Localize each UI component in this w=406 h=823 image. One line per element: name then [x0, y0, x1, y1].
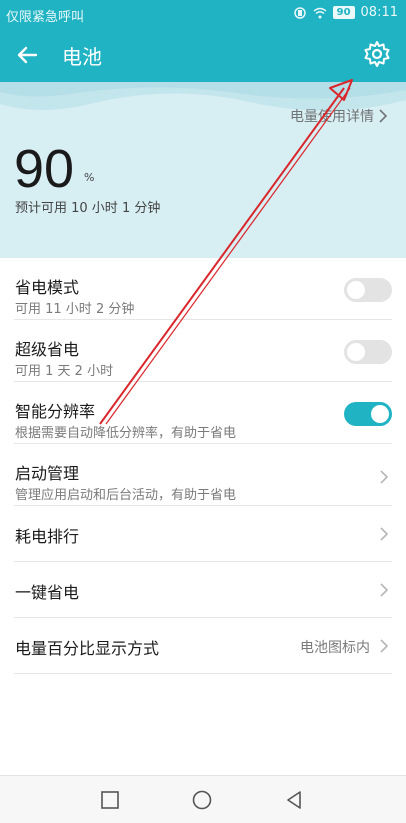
row-subtitle: 可用 1 天 2 小时: [15, 364, 114, 379]
remaining-time-estimate: 预计可用 10 小时 1 分钟: [15, 201, 161, 216]
toggle-knob: [371, 405, 389, 423]
row-title: 省电模式: [15, 278, 80, 297]
chevron-right-icon: [380, 527, 389, 541]
percent-sign: %: [84, 171, 95, 184]
battery-hero: 电量使用详情 90 % 预计可用 10 小时 1 分钟: [0, 82, 406, 258]
page-title: 电池: [62, 45, 102, 69]
row-percent-display[interactable]: 电量百分比显示方式 电池图标内: [14, 618, 392, 674]
row-value: 电池图标内: [300, 640, 370, 656]
clock: 08:11: [360, 5, 398, 20]
toggle-knob: [347, 343, 365, 361]
smart-resolution-toggle[interactable]: [344, 402, 392, 426]
chevron-right-icon: [379, 109, 388, 123]
battery-indicator: 90: [332, 6, 355, 19]
vibrate-icon: [293, 6, 306, 19]
row-power-saving[interactable]: 省电模式 可用 11 小时 2 分钟: [14, 258, 392, 320]
row-one-key-saving[interactable]: 一键省电: [14, 562, 392, 618]
status-bar: 仅限紧急呼叫 90 08:11: [0, 0, 406, 28]
status-icons: 90 08:11: [293, 5, 398, 20]
carrier-text: 仅限紧急呼叫: [6, 10, 85, 25]
row-subtitle: 根据需要自动降低分辨率，有助于省电: [15, 426, 237, 441]
wifi-icon: [313, 7, 327, 18]
usage-details-link[interactable]: 电量使用详情: [290, 106, 388, 126]
row-title: 耗电排行: [15, 527, 80, 546]
row-startup-management[interactable]: 启动管理 管理应用启动和后台活动，有助于省电: [14, 444, 392, 506]
system-nav-bar: [0, 775, 406, 823]
row-subtitle: 可用 11 小时 2 分钟: [15, 302, 135, 317]
toggle-knob: [347, 281, 365, 299]
chevron-right-icon: [380, 470, 389, 484]
row-title: 智能分辨率: [15, 402, 96, 421]
home-icon[interactable]: [190, 788, 214, 812]
battery-percentage: 90: [14, 139, 75, 199]
row-smart-resolution[interactable]: 智能分辨率 根据需要自动降低分辨率，有助于省电: [14, 382, 392, 444]
recent-apps-icon[interactable]: [98, 788, 122, 812]
chevron-right-icon: [380, 583, 389, 597]
ultra-saving-toggle[interactable]: [344, 340, 392, 364]
gear-icon[interactable]: [362, 39, 392, 69]
row-title: 超级省电: [15, 340, 80, 359]
settings-list: 省电模式 可用 11 小时 2 分钟 超级省电 可用 1 天 2 小时 智能分辨…: [0, 258, 406, 674]
row-ultra-saving[interactable]: 超级省电 可用 1 天 2 小时: [14, 320, 392, 382]
usage-details-label: 电量使用详情: [290, 109, 374, 125]
row-title: 电量百分比显示方式: [15, 639, 160, 658]
app-bar: 电池: [0, 28, 406, 82]
arrow-left-icon[interactable]: [12, 40, 42, 70]
row-consumption-ranking[interactable]: 耗电排行: [14, 506, 392, 562]
chevron-right-icon: [380, 639, 389, 653]
row-title: 一键省电: [15, 583, 80, 602]
row-subtitle: 管理应用启动和后台活动，有助于省电: [15, 488, 237, 503]
back-triangle-icon[interactable]: [282, 788, 306, 812]
row-title: 启动管理: [15, 464, 80, 483]
power-saving-toggle[interactable]: [344, 278, 392, 302]
